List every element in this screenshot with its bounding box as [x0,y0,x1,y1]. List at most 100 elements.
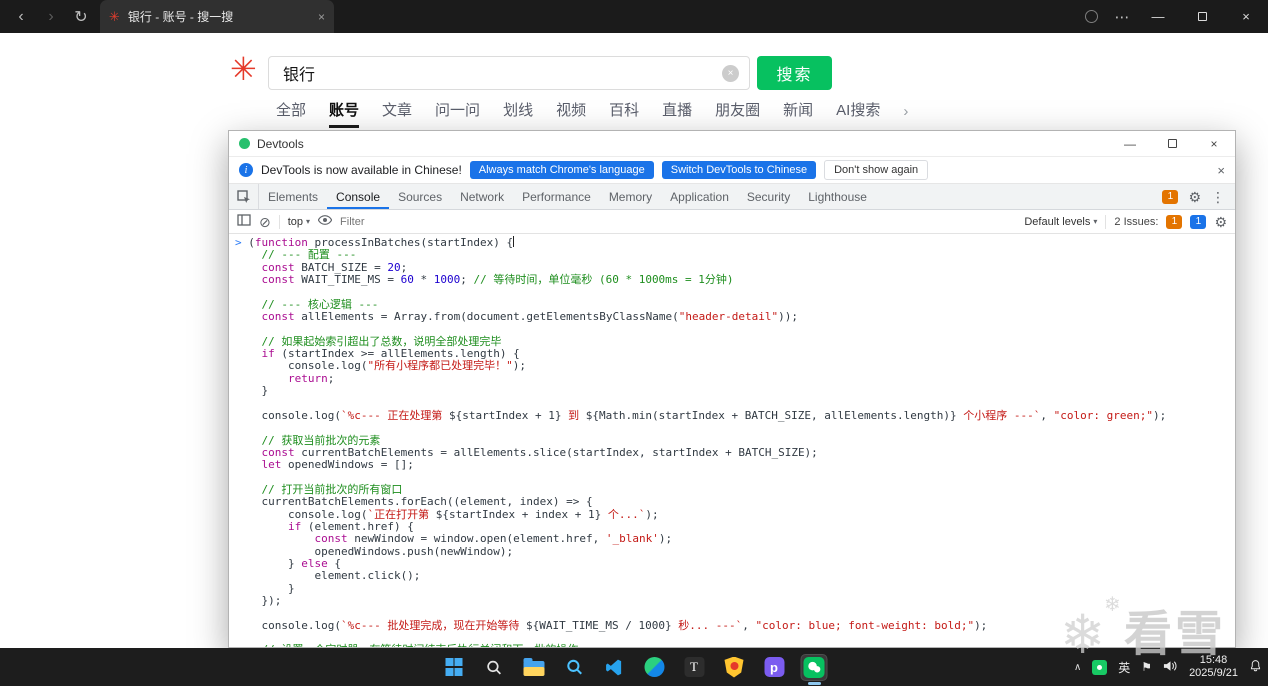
infobar-close-icon[interactable]: × [1217,163,1225,178]
tab-performance[interactable]: Performance [513,184,600,209]
tab-network[interactable]: Network [451,184,513,209]
devtools-window: Devtools — × i DevTools is now available… [228,130,1236,648]
tab-application[interactable]: Application [661,184,738,209]
tab-elements[interactable]: Elements [259,184,327,209]
switch-to-chinese-button[interactable]: Switch DevTools to Chinese [661,161,817,179]
browser-tab[interactable]: ✳ 银行 - 账号 - 搜一搜 × [100,0,334,33]
folder-icon [523,658,545,676]
blue-search-app-button[interactable] [561,654,588,681]
tab-console[interactable]: Console [327,184,389,209]
console-code[interactable]: > (function processInBatches(startIndex)… [229,234,1235,647]
tab-ai-search[interactable]: AI搜索 [836,99,880,128]
console-toolbar: ⊘ top ▾ Default levels ▾ 2 Issues: 1 1 ⚙ [229,210,1235,234]
tab-qa[interactable]: 问一问 [435,99,480,128]
issues-label[interactable]: 2 Issues: [1114,216,1158,228]
console-sidebar-icon[interactable] [237,214,251,229]
dev-app-icon [644,657,664,677]
volume-icon[interactable] [1163,660,1178,675]
log-levels-dropdown[interactable]: Default levels ▾ [1024,216,1097,228]
tab-title: 银行 - 账号 - 搜一搜 [127,10,234,24]
tab-news[interactable]: 新闻 [783,99,813,128]
taskbar-search-button[interactable] [481,654,508,681]
restore-icon [1197,12,1207,21]
tab-highlights[interactable]: 划线 [503,99,533,128]
window-restore-button[interactable] [1180,0,1224,33]
screen: ‹ › ↻ ✳ 银行 - 账号 - 搜一搜 × ⋯ — × ✳ 银行 × 搜索 … [0,0,1268,686]
devtools-close-button[interactable]: × [1193,131,1235,156]
extension-status-icon[interactable] [1085,10,1098,23]
search-input[interactable]: 银行 × [268,56,750,90]
issues-blue-badge[interactable]: 1 [1190,214,1207,229]
typora-button[interactable]: T [681,654,708,681]
console-code-line [235,422,1235,434]
tray-green-app-icon[interactable] [1092,659,1108,675]
dev-app-button[interactable] [641,654,668,681]
file-explorer-button[interactable] [521,654,548,681]
clear-search-icon[interactable]: × [722,64,739,82]
browser-menu-icon[interactable]: ⋯ [1108,8,1136,26]
start-button[interactable] [441,654,468,681]
console-code-line: }); [235,593,282,607]
tab-memory[interactable]: Memory [600,184,661,209]
devtools-kebab-menu-icon[interactable]: ⋮ [1211,190,1225,204]
console-code-line: > (function processInBatches(startIndex)… [235,236,515,249]
console-filter-input[interactable] [340,215,1017,228]
tab-sources[interactable]: Sources [389,184,451,209]
window-minimize-button[interactable]: — [1136,0,1180,33]
tabs-more-chevron-icon[interactable]: › [903,103,908,128]
dont-show-again-button[interactable]: Don't show again [824,160,929,180]
console-code-line: element.click(); [235,569,421,583]
sousuo-logo-icon: ✳ [230,51,257,87]
chevron-down-icon: ▾ [1093,217,1098,226]
issues-counter-badge[interactable]: 1 [1162,189,1179,204]
back-button[interactable]: ‹ [8,4,34,30]
console-code-line: let openedWindows = []; [261,458,414,472]
issues-orange-badge[interactable]: 1 [1166,214,1183,229]
devtools-settings-gear-icon[interactable]: ⚙ [1188,190,1201,204]
devtools-titlebar[interactable]: Devtools — × [229,131,1235,157]
tab-security[interactable]: Security [738,184,799,209]
notification-bell-icon[interactable] [1249,659,1262,675]
purple-p-app-button[interactable]: p [761,654,788,681]
tab-encyclopedia[interactable]: 百科 [609,99,639,128]
clock-date: 2025/9/21 [1189,667,1238,679]
match-language-button[interactable]: Always match Chrome's language [469,161,654,179]
search-button[interactable]: 搜索 [757,56,832,90]
windows-taskbar: T p ∧ 英 ⚑ 15:48 2025/9/21 [0,648,1268,686]
clock-time: 15:48 [1199,654,1228,666]
console-code-line: const allElements = Array.from(document.… [261,310,798,324]
toolbar-divider [1105,214,1107,229]
taskbar-clock[interactable]: 15:48 2025/9/21 [1189,654,1238,680]
shield-icon [724,656,744,678]
tab-lighthouse[interactable]: Lighthouse [799,184,876,209]
security-app-button[interactable] [721,654,748,681]
devtools-restore-button[interactable] [1151,131,1193,156]
tab-close-icon[interactable]: × [318,10,325,24]
purple-p-icon: p [764,657,784,677]
wechat-button[interactable] [800,653,828,681]
console-settings-gear-icon[interactable]: ⚙ [1214,215,1227,229]
tray-expand-chevron-icon[interactable]: ∧ [1074,662,1081,673]
flag-icon[interactable]: ⚑ [1141,660,1152,674]
live-expression-eye-icon[interactable] [317,215,333,228]
tab-articles[interactable]: 文章 [382,99,412,128]
window-close-button[interactable]: × [1224,0,1268,33]
tab-account[interactable]: 账号 [329,99,360,128]
tab-moments[interactable]: 朋友圈 [715,99,760,128]
tab-live[interactable]: 直播 [662,99,692,128]
devtools-minimize-button[interactable]: — [1109,131,1151,156]
refresh-button[interactable]: ↻ [68,4,94,30]
tab-video[interactable]: 视频 [556,99,586,128]
context-selector[interactable]: top ▾ [288,216,310,228]
browser-window-controls: ⋯ — × [1085,0,1268,33]
console-code-line: const WAIT_TIME_MS = 60 * 1000; // 等待时间，… [261,273,734,287]
tab-all[interactable]: 全部 [276,99,306,128]
forward-button[interactable]: › [38,4,64,30]
clear-console-icon[interactable]: ⊘ [259,215,271,229]
typora-icon: T [684,657,704,677]
devtools-window-title: Devtools [257,136,304,151]
tab-favicon-icon: ✳ [109,9,120,24]
ime-language-indicator[interactable]: 英 [1118,659,1130,676]
inspect-element-icon[interactable] [229,184,259,209]
vscode-button[interactable] [601,654,628,681]
